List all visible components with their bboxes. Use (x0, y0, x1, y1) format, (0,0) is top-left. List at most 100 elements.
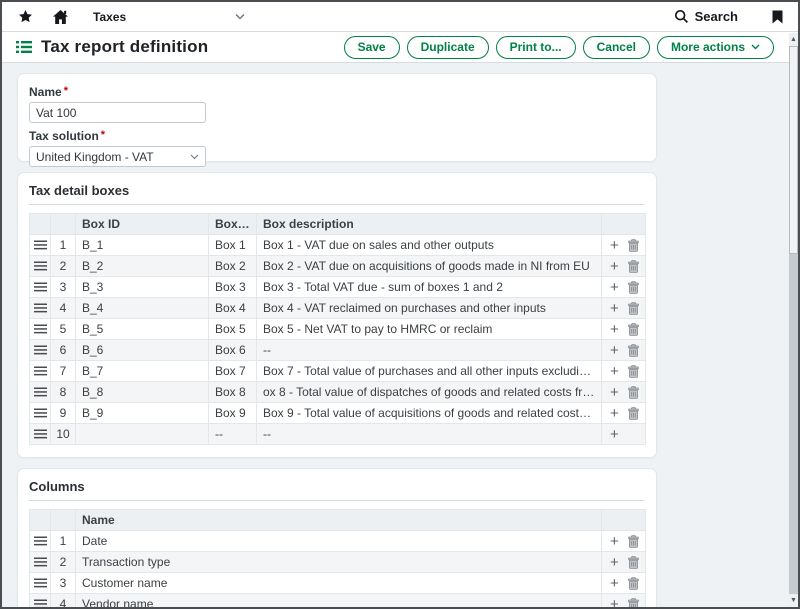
box-description-cell[interactable]: -- (257, 340, 602, 361)
duplicate-button[interactable]: Duplicate (407, 36, 489, 59)
print-button[interactable]: Print to... (496, 36, 576, 59)
delete-row-button[interactable] (628, 576, 639, 590)
box-label-cell[interactable]: Box 2 (209, 256, 257, 277)
add-row-button[interactable]: + (610, 385, 619, 400)
scrollbar-thumb[interactable] (789, 46, 798, 254)
row-number: 9 (51, 403, 76, 424)
scroll-down-button[interactable]: ▼ (789, 594, 798, 607)
add-row-button[interactable]: + (610, 576, 619, 591)
box-label-cell[interactable]: -- (209, 424, 257, 445)
add-row-button[interactable]: + (610, 406, 619, 421)
box-id-cell[interactable]: B_1 (76, 235, 209, 256)
favorite-star-button[interactable] (14, 6, 36, 28)
add-row-button[interactable]: + (610, 597, 619, 609)
box-id-cell[interactable]: B_7 (76, 361, 209, 382)
box-id-cell[interactable]: B_8 (76, 382, 209, 403)
delete-row-button[interactable] (628, 238, 639, 252)
row-number-column-header (51, 510, 76, 531)
drag-handle-icon[interactable] (34, 259, 47, 271)
delete-row-button[interactable] (628, 555, 639, 569)
row-number: 3 (51, 277, 76, 298)
delete-row-button[interactable] (628, 322, 639, 336)
drag-handle-icon[interactable] (34, 597, 47, 609)
box-label-cell[interactable]: Box 4 (209, 298, 257, 319)
delete-row-button[interactable] (628, 343, 639, 357)
drag-handle-icon[interactable] (34, 427, 47, 439)
add-row-button[interactable]: + (610, 280, 619, 295)
save-button[interactable]: Save (344, 36, 400, 59)
more-actions-button[interactable]: More actions (657, 36, 774, 59)
box-id-cell[interactable]: B_5 (76, 319, 209, 340)
column-name-cell[interactable]: Customer name (76, 573, 602, 594)
box-id-cell[interactable]: B_3 (76, 277, 209, 298)
add-row-button[interactable]: + (610, 301, 619, 316)
box-id-cell[interactable]: B_4 (76, 298, 209, 319)
drag-handle-icon[interactable] (34, 406, 47, 418)
scroll-up-button[interactable]: ▲ (789, 33, 798, 46)
delete-row-button[interactable] (628, 406, 639, 420)
drag-handle-icon[interactable] (34, 576, 47, 588)
box-description-cell[interactable]: Box 9 - Total value of acquisitions of g… (257, 403, 602, 424)
drag-handle-icon[interactable] (34, 385, 47, 397)
box-label-cell[interactable]: Box 6 (209, 340, 257, 361)
box-description-cell[interactable]: Box 2 - VAT due on acquisitions of goods… (257, 256, 602, 277)
add-row-button[interactable]: + (610, 364, 619, 379)
box-description-cell[interactable]: -- (257, 424, 602, 445)
drag-handle-icon[interactable] (34, 280, 47, 292)
tax-solution-value: United Kingdom - VAT (36, 150, 154, 164)
box-label-cell[interactable]: Box 7 (209, 361, 257, 382)
add-row-button[interactable]: + (610, 238, 619, 253)
delete-row-button[interactable] (628, 259, 639, 273)
box-id-cell[interactable]: B_2 (76, 256, 209, 277)
add-row-button[interactable]: + (610, 555, 619, 570)
column-name-cell[interactable]: Vendor name (76, 594, 602, 609)
delete-row-button[interactable] (628, 301, 639, 315)
delete-row-button[interactable] (628, 385, 639, 399)
home-button[interactable] (49, 6, 71, 28)
box-description-cell[interactable]: Box 7 - Total value of purchases and all… (257, 361, 602, 382)
box-label-cell[interactable]: Box 5 (209, 319, 257, 340)
drag-handle-cell (30, 531, 51, 552)
trash-icon (628, 260, 639, 273)
add-row-button[interactable]: + (610, 427, 619, 442)
cancel-button[interactable]: Cancel (583, 36, 650, 59)
bookmark-button[interactable] (766, 6, 788, 28)
delete-row-button[interactable] (628, 280, 639, 294)
add-row-button[interactable]: + (610, 322, 619, 337)
columns-card: Columns Name 1Date+2Transaction type+3Cu… (17, 468, 657, 608)
delete-row-button[interactable] (628, 597, 639, 608)
add-row-button[interactable]: + (610, 259, 619, 274)
box-description-cell[interactable]: Box 1 - VAT due on sales and other outpu… (257, 235, 602, 256)
drag-handle-icon[interactable] (34, 238, 47, 250)
drag-handle-icon[interactable] (34, 343, 47, 355)
tax-solution-select[interactable]: United Kingdom - VAT (29, 146, 206, 167)
box-description-cell[interactable]: Box 4 - VAT reclaimed on purchases and o… (257, 298, 602, 319)
box-id-cell[interactable]: B_6 (76, 340, 209, 361)
column-name-cell[interactable]: Date (76, 531, 602, 552)
box-id-cell[interactable]: B_9 (76, 403, 209, 424)
box-description-cell[interactable]: Box 3 - Total VAT due - sum of boxes 1 a… (257, 277, 602, 298)
add-row-button[interactable]: + (610, 343, 619, 358)
delete-row-button[interactable] (628, 364, 639, 378)
box-label-cell[interactable]: Box 8 (209, 382, 257, 403)
column-name-cell[interactable]: Transaction type (76, 552, 602, 573)
box-id-cell[interactable] (76, 424, 209, 445)
drag-handle-icon[interactable] (34, 364, 47, 376)
box-description-cell[interactable]: ox 8 - Total value of dispatches of good… (257, 382, 602, 403)
drag-handle-icon[interactable] (34, 555, 47, 567)
module-selector[interactable]: Taxes (93, 10, 245, 24)
top-bar: Taxes Search (2, 2, 798, 32)
add-row-button[interactable]: + (610, 534, 619, 549)
drag-handle-icon[interactable] (34, 322, 47, 334)
drag-handle-cell (30, 573, 51, 594)
box-description-cell[interactable]: Box 5 - Net VAT to pay to HMRC or reclai… (257, 319, 602, 340)
drag-handle-icon[interactable] (34, 301, 47, 313)
box-label-cell[interactable]: Box 3 (209, 277, 257, 298)
drag-handle-icon[interactable] (34, 534, 47, 546)
name-input[interactable] (29, 102, 206, 123)
box-label-cell[interactable]: Box 9 (209, 403, 257, 424)
box-label-cell[interactable]: Box 1 (209, 235, 257, 256)
vertical-scrollbar[interactable]: ▲ ▼ (789, 33, 798, 607)
delete-row-button[interactable] (628, 534, 639, 548)
search-button[interactable]: Search (674, 9, 738, 24)
